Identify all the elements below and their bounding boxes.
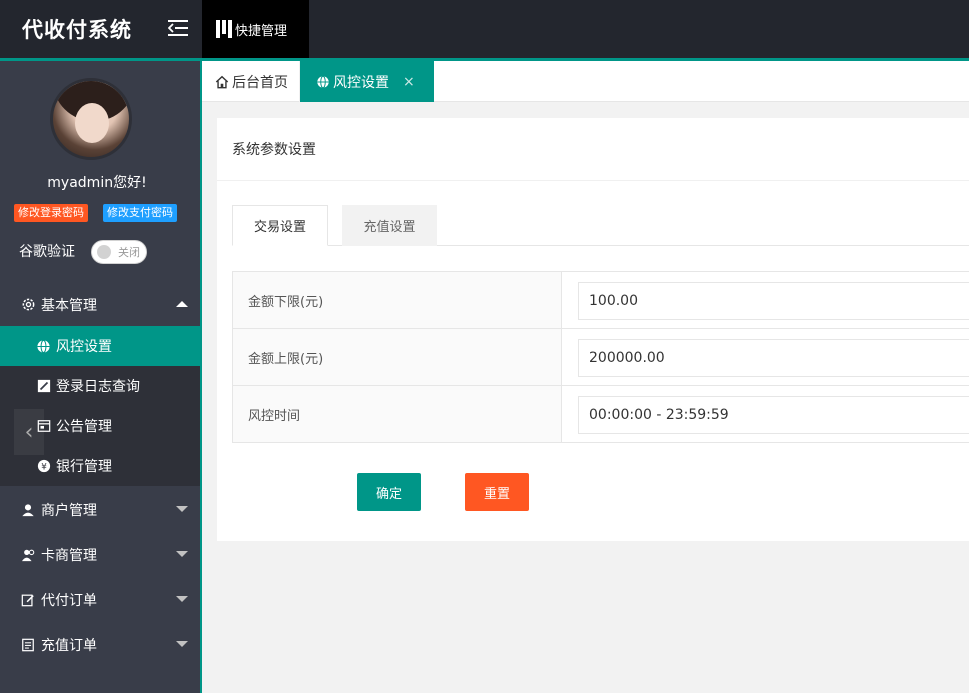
chevron-down-icon	[176, 641, 188, 647]
confirm-button[interactable]: 确定	[357, 473, 421, 511]
risk-time-input[interactable]	[578, 396, 969, 434]
min-amount-label: 金额下限(元)	[233, 272, 562, 328]
sidebar-item-risk[interactable]: 风控设置	[0, 326, 200, 366]
gear-icon	[20, 297, 36, 313]
tab-recharge-settings[interactable]: 充值设置	[342, 205, 437, 246]
sidebar-item-recharge-orders[interactable]: 充值订单	[0, 622, 200, 667]
sidebar-item-basic[interactable]: 基本管理	[0, 282, 200, 327]
sidebar-item-card-merchant[interactable]: 卡商管理	[0, 532, 200, 577]
sidebar-item-label: 代付订单	[41, 592, 97, 609]
sidebar-item-login-log[interactable]: 登录日志查询	[0, 366, 200, 406]
avatar	[50, 78, 132, 160]
app-logo: 代收付系统	[22, 18, 132, 42]
form-row-max-amount: 金额上限(元)	[233, 329, 969, 386]
card-title: 系统参数设置	[217, 118, 969, 181]
home-icon	[215, 75, 229, 89]
sidebar-item-label: 风控设置	[56, 339, 112, 355]
svg-text:¥: ¥	[41, 463, 47, 473]
tab-trade-settings[interactable]: 交易设置	[232, 205, 328, 246]
sidebar-item-payout-orders[interactable]: 代付订单	[0, 577, 200, 622]
sidebar: myadmin您好! 修改登录密码 修改支付密码 谷歌验证 关闭 基本管理 风控…	[0, 61, 200, 693]
sidebar-item-label: 基本管理	[41, 297, 97, 314]
reset-button[interactable]: 重置	[465, 473, 529, 511]
page-tabs: 后台首页 风控设置 ×	[202, 61, 969, 102]
sidebar-item-merchant[interactable]: 商户管理	[0, 487, 200, 532]
change-pay-password-button[interactable]: 修改支付密码	[103, 204, 177, 222]
switch-text: 关闭	[118, 246, 140, 259]
coin-icon: ¥	[36, 459, 51, 474]
risk-time-label: 风控时间	[233, 386, 562, 442]
chevron-down-icon	[176, 596, 188, 602]
user-icon	[20, 502, 36, 518]
close-icon[interactable]: ×	[403, 74, 415, 90]
tab-label: 后台首页	[232, 74, 288, 91]
tab-label: 风控设置	[333, 74, 389, 91]
quick-manage-button[interactable]: 快捷管理	[202, 0, 309, 58]
collapse-arrow-icon[interactable]: ‹	[14, 409, 44, 455]
chevron-down-icon	[176, 506, 188, 512]
sidebar-item-label: 商户管理	[41, 502, 97, 519]
document-icon	[20, 637, 36, 653]
sidebar-item-label: 充值订单	[41, 637, 97, 654]
sidebar-item-label: 银行管理	[56, 459, 112, 475]
grid-icon	[216, 20, 232, 38]
globe-icon	[316, 75, 330, 89]
chevron-up-icon	[176, 301, 188, 307]
edit-icon	[36, 379, 51, 394]
settings-form: 金额下限(元) 金额上限(元) 风控时间	[232, 271, 969, 443]
sidebar-border	[200, 61, 202, 693]
menu-toggle-icon[interactable]	[167, 19, 188, 37]
tab-risk-settings[interactable]: 风控设置 ×	[300, 61, 434, 102]
sidebar-item-label: 公告管理	[56, 419, 112, 435]
google-auth-label: 谷歌验证	[19, 244, 75, 260]
form-row-min-amount: 金额下限(元)	[233, 272, 969, 329]
quick-manage-label: 快捷管理	[235, 23, 288, 39]
settings-tabs: 交易设置 充值设置	[232, 205, 969, 246]
edit-doc-icon	[20, 592, 36, 608]
form-row-risk-time: 风控时间	[233, 386, 969, 443]
max-amount-input[interactable]	[578, 339, 969, 377]
chevron-down-icon	[176, 551, 188, 557]
change-login-password-button[interactable]: 修改登录密码	[14, 204, 88, 222]
users-icon	[20, 547, 36, 563]
user-greeting: myadmin您好!	[47, 175, 147, 191]
globe-icon	[36, 339, 51, 354]
tab-home[interactable]: 后台首页	[202, 61, 300, 102]
google-auth-switch[interactable]: 关闭	[91, 240, 147, 264]
logo-area: 代收付系统	[0, 0, 200, 60]
submenu: 风控设置 登录日志查询 公告管理 ¥ 银行管理	[0, 326, 200, 486]
min-amount-input[interactable]	[578, 282, 969, 320]
switch-knob	[97, 245, 111, 259]
max-amount-label: 金额上限(元)	[233, 329, 562, 385]
sidebar-item-label: 登录日志查询	[56, 379, 140, 395]
sidebar-item-label: 卡商管理	[41, 547, 97, 564]
settings-card: 系统参数设置 交易设置 充值设置 金额下限(元) 金额上限(元) 风控时间 确定…	[217, 118, 969, 541]
